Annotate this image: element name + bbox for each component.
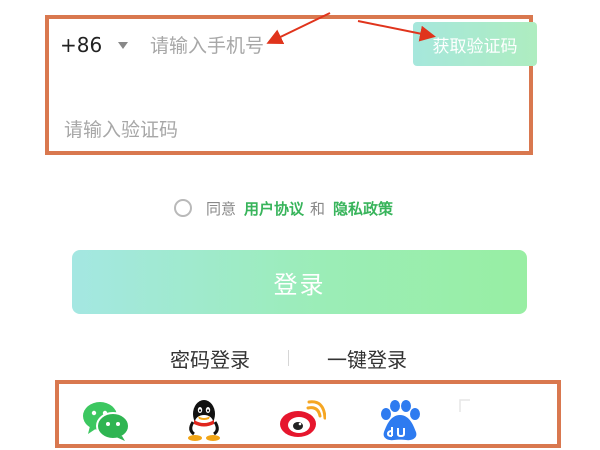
privacy-policy-link[interactable]: 隐私政策 — [333, 198, 393, 219]
alt-login-row: 密码登录 一键登录 — [170, 343, 407, 373]
country-code: +86 — [60, 33, 103, 57]
verification-code-input[interactable] — [62, 114, 366, 146]
phone-input[interactable] — [148, 30, 402, 62]
get-code-button[interactable]: 获取验证码 — [413, 22, 537, 66]
alt-login-divider — [288, 350, 289, 366]
and-text: 和 — [310, 199, 326, 218]
baidu-icon[interactable] — [378, 400, 422, 442]
user-agreement-link[interactable]: 用户协议 — [244, 198, 304, 219]
decorative-mark-icon — [459, 399, 470, 412]
wechat-icon[interactable] — [82, 400, 130, 442]
agree-radio[interactable] — [174, 199, 192, 217]
weibo-icon[interactable] — [278, 398, 326, 440]
agreement-row: 同意 用户协议 和 隐私政策 — [174, 196, 393, 220]
caret-down-icon — [118, 41, 129, 49]
agree-prefix: 同意 — [206, 199, 237, 218]
password-login-link[interactable]: 密码登录 — [170, 344, 250, 373]
qq-icon[interactable] — [184, 396, 224, 442]
login-button[interactable]: 登录 — [72, 250, 527, 314]
one-click-login-link[interactable]: 一键登录 — [327, 344, 407, 373]
country-code-selector[interactable]: +86 — [60, 31, 129, 59]
